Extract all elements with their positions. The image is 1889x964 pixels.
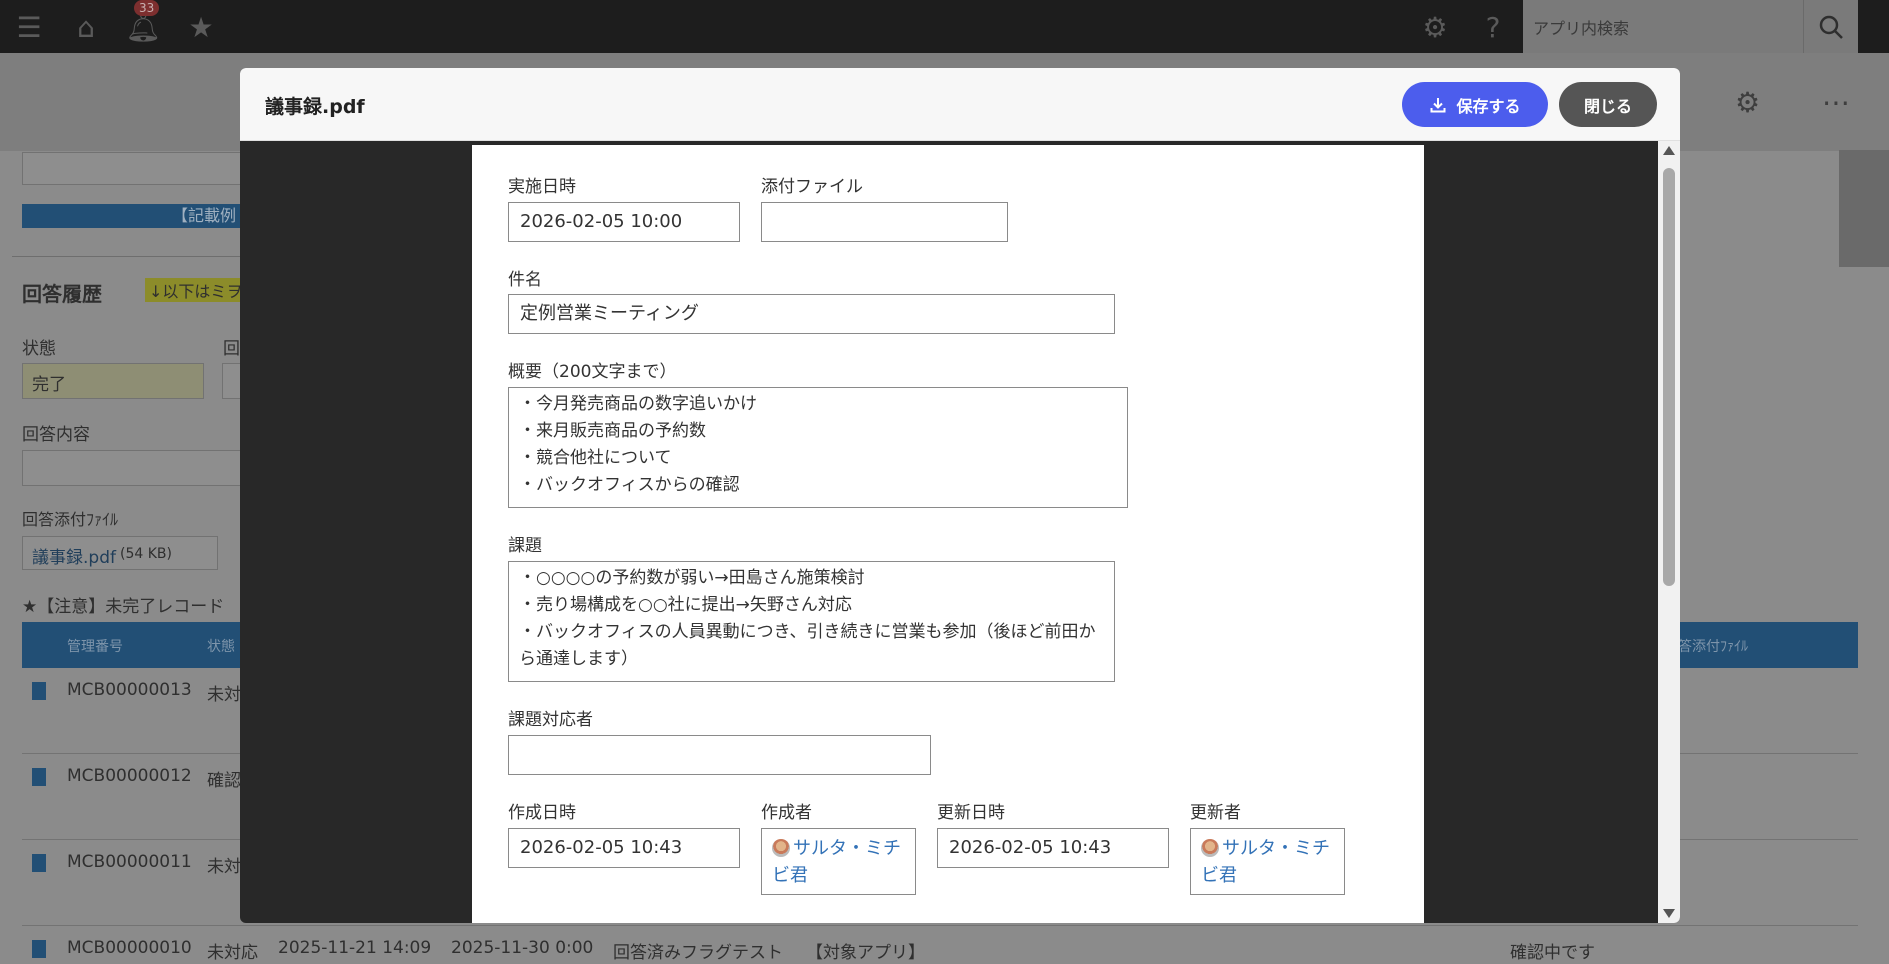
table-header-cell: 状態 <box>207 639 235 655</box>
attach-label: 回答添付ﾌｧｲﾙ <box>22 510 119 529</box>
date-field: 2026-02-05 10:00 <box>508 202 740 242</box>
user-avatar-icon <box>1201 839 1219 857</box>
attach-field: 議事録.pdf (54 KB) <box>22 536 218 570</box>
more-icon[interactable]: ⋯ <box>1822 86 1850 119</box>
help-icon[interactable]: ? <box>1474 8 1512 46</box>
updater-link[interactable]: サルタ・ミチビ君 <box>1201 838 1330 886</box>
attach-size: (54 KB) <box>120 546 172 562</box>
table-row[interactable]: MCB00000010 未対応 2025-11-21 14:09 2025-11… <box>22 926 1858 964</box>
search-icon <box>1819 15 1843 39</box>
scroll-up-arrow-icon[interactable] <box>1663 146 1675 155</box>
attachment-label: 添付ファイル <box>761 177 863 197</box>
scroll-down-arrow-icon[interactable] <box>1663 909 1675 918</box>
date-label: 実施日時 <box>508 177 576 197</box>
summary-field: ・今月発売商品の数字追いかけ ・来月販売商品の予約数 ・競合他社について ・バッ… <box>508 387 1128 508</box>
status-field: 完了 <box>22 363 204 399</box>
field-label: 回 <box>223 339 240 359</box>
settings-icon[interactable]: ⚙ <box>1735 86 1760 119</box>
table-header-cell: 答添付ﾌｧｲﾙ <box>1678 639 1748 655</box>
document-icon[interactable] <box>32 682 46 700</box>
dialog-title: 議事録.pdf <box>265 96 365 118</box>
close-button-label: 閉じる <box>1583 96 1632 116</box>
status-label: 状態 <box>22 339 56 359</box>
warning-text: ★【注意】未完了レコード <box>22 597 225 617</box>
dialog-header: 議事録.pdf 保存する 閉じる <box>240 68 1680 141</box>
section-title: 回答履歴 <box>22 282 102 306</box>
app-search-input[interactable]: アプリ内検索 <box>1523 0 1803 53</box>
creator-label: 作成者 <box>761 803 812 823</box>
document-icon[interactable] <box>32 940 46 958</box>
attachment-field <box>761 202 1008 242</box>
document-icon[interactable] <box>32 854 46 872</box>
assignee-label: 課題対応者 <box>508 710 593 730</box>
pdf-preview-dialog: 議事録.pdf 保存する 閉じる 実施日時 2026-02-05 10:00 添… <box>240 68 1680 923</box>
created-label: 作成日時 <box>508 803 576 823</box>
notification-badge: 33 <box>134 0 160 16</box>
banner: 【記載例 <box>22 204 240 228</box>
issues-label: 課題 <box>508 536 542 556</box>
divider <box>12 256 242 257</box>
answer-field <box>22 450 242 486</box>
bg-field <box>222 363 242 399</box>
menu-icon[interactable]: ☰ <box>10 8 48 46</box>
top-navigation-bar: ☰ ⌂ 🔔︎ 33 ★ ⚙ ? アプリ内検索 <box>0 0 1889 53</box>
gear-icon[interactable]: ⚙ <box>1416 8 1454 46</box>
creator-field: サルタ・ミチビ君 <box>761 828 916 895</box>
close-button[interactable]: 閉じる <box>1559 82 1657 127</box>
subject-field: 定例営業ミーティング <box>508 294 1115 334</box>
table-header-cell: 管理番号 <box>67 639 123 655</box>
pdf-scrollbar[interactable] <box>1658 141 1680 923</box>
updater-field: サルタ・ミチビ君 <box>1190 828 1345 895</box>
scroll-thumb[interactable] <box>1663 168 1675 586</box>
notice-tag: ↓以下はミヲ <box>145 278 247 302</box>
created-field: 2026-02-05 10:43 <box>508 828 740 868</box>
download-icon <box>1430 97 1446 112</box>
side-panel-toggles[interactable] <box>1839 150 1889 267</box>
updated-field: 2026-02-05 10:43 <box>937 828 1169 868</box>
user-avatar-icon <box>772 839 790 857</box>
pdf-page: 実施日時 2026-02-05 10:00 添付ファイル 件名 定例営業ミーティ… <box>472 145 1424 923</box>
updater-label: 更新者 <box>1190 803 1241 823</box>
answer-label: 回答内容 <box>22 425 90 445</box>
issues-field: ・○○○○の予約数が弱い→田島さん施策検討 ・売り場構成を○○社に提出→矢野さん… <box>508 561 1115 682</box>
subject-label: 件名 <box>508 270 542 290</box>
summary-label: 概要（200文字まで） <box>508 362 677 382</box>
star-icon[interactable]: ★ <box>182 8 220 46</box>
assignee-field <box>508 735 931 775</box>
bg-field <box>22 152 242 185</box>
updated-label: 更新日時 <box>937 803 1005 823</box>
attach-link[interactable]: 議事録.pdf <box>32 543 116 568</box>
save-button[interactable]: 保存する <box>1402 82 1548 127</box>
save-button-label: 保存する <box>1456 96 1521 116</box>
home-icon[interactable]: ⌂ <box>67 8 105 46</box>
document-icon[interactable] <box>32 768 46 786</box>
creator-link[interactable]: サルタ・ミチビ君 <box>772 838 901 886</box>
search-button[interactable] <box>1803 0 1858 53</box>
